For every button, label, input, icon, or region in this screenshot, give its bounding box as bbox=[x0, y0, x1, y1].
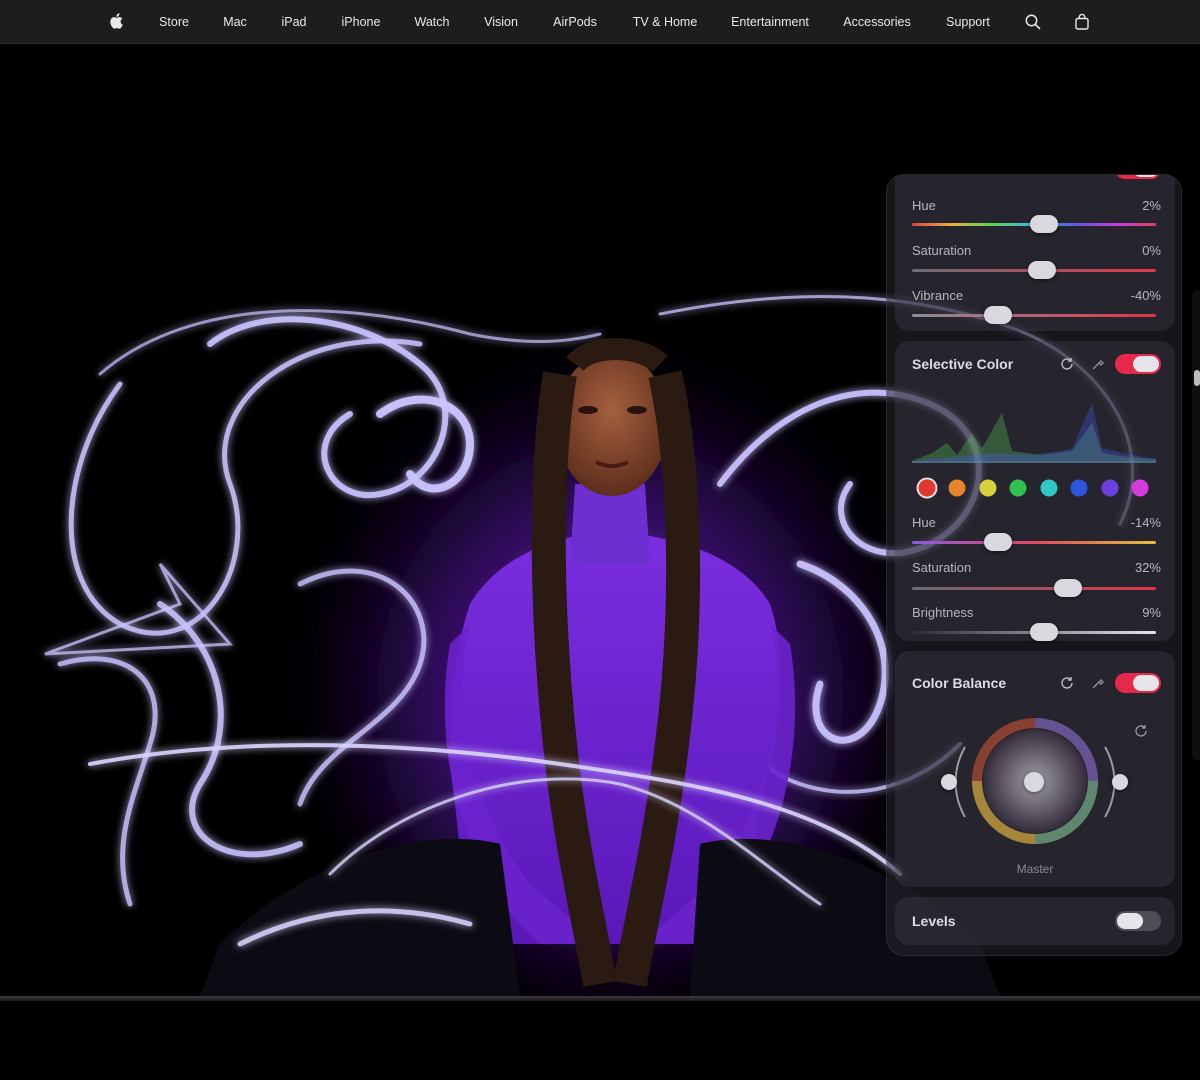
nav-mac[interactable]: Mac bbox=[223, 0, 247, 44]
eyedropper-icon[interactable] bbox=[1090, 675, 1106, 691]
nav-store[interactable]: Store bbox=[159, 0, 189, 44]
selective-saturation-track bbox=[912, 587, 1156, 590]
adjust-vibrance-track bbox=[912, 314, 1156, 317]
rotate-reset-icon[interactable] bbox=[1133, 723, 1149, 739]
selective-brightness-slider[interactable] bbox=[1030, 623, 1058, 641]
shopping-bag-icon[interactable] bbox=[1072, 12, 1092, 32]
color-wheel-handle[interactable] bbox=[1024, 772, 1044, 792]
nav-airpods[interactable]: AirPods bbox=[553, 0, 597, 44]
adjust-saturation-value: 0% bbox=[1142, 243, 1161, 258]
adjust-hue-value: 2% bbox=[1142, 198, 1161, 213]
nav-vision[interactable]: Vision bbox=[484, 0, 518, 44]
selective-color-title: Selective Color bbox=[912, 356, 1014, 372]
nav-tv-home[interactable]: TV & Home bbox=[633, 0, 698, 44]
wheel-mode-label: Master bbox=[1016, 862, 1054, 876]
swatch-cyan[interactable] bbox=[1040, 479, 1058, 497]
adjust-saturation-slider[interactable] bbox=[1028, 261, 1056, 279]
levels-section: Levels bbox=[895, 897, 1175, 945]
swatch-green[interactable] bbox=[1009, 479, 1027, 497]
selective-hue-label: Hue bbox=[912, 515, 936, 530]
nav-iphone[interactable]: iPhone bbox=[342, 0, 381, 44]
swatch-purple[interactable] bbox=[1101, 479, 1119, 497]
side-scroll-handle[interactable] bbox=[1194, 370, 1200, 386]
reset-icon[interactable] bbox=[1059, 356, 1075, 372]
toggle-knob bbox=[1117, 913, 1143, 929]
swatch-magenta[interactable] bbox=[1131, 479, 1149, 497]
swatch-blue[interactable] bbox=[1070, 479, 1088, 497]
swatch-orange[interactable] bbox=[948, 479, 966, 497]
color-balance-title: Color Balance bbox=[912, 675, 1007, 691]
selective-saturation-label: Saturation bbox=[912, 560, 972, 575]
adjust-hue-label: Hue bbox=[912, 198, 936, 213]
side-panel-edge bbox=[1192, 290, 1200, 760]
nav-watch[interactable]: Watch bbox=[415, 0, 450, 44]
levels-title: Levels bbox=[912, 913, 956, 929]
nav-ipad[interactable]: iPad bbox=[281, 0, 306, 44]
adjust-hue-slider[interactable] bbox=[1030, 215, 1058, 233]
selective-brightness-label: Brightness bbox=[912, 605, 974, 620]
selective-hue-track bbox=[912, 541, 1156, 544]
highlights-handle[interactable] bbox=[1112, 774, 1128, 790]
toggle-knob bbox=[1133, 356, 1159, 372]
nav-entertainment[interactable]: Entertainment bbox=[731, 0, 809, 44]
selective-saturation-value: 32% bbox=[1134, 560, 1161, 575]
selective-brightness-value: 9% bbox=[1142, 605, 1161, 620]
nav-support[interactable]: Support bbox=[946, 0, 990, 44]
eyedropper-icon[interactable] bbox=[1090, 356, 1106, 372]
color-balance-section: Color Balance Master bbox=[895, 651, 1175, 887]
swatch-yellow[interactable] bbox=[979, 479, 997, 497]
global-nav-inner: Store Mac iPad iPhone Watch Vision AirPo… bbox=[0, 0, 1200, 44]
color-histogram bbox=[912, 403, 1156, 463]
selective-color-toggle[interactable] bbox=[1115, 354, 1161, 374]
selective-hue-slider[interactable] bbox=[984, 533, 1012, 551]
apple-logo-icon[interactable] bbox=[107, 11, 127, 31]
adjustments-panel: Hue 2% Saturation 0% Vibrance -40% Selec… bbox=[886, 174, 1182, 956]
selective-color-section: Selective Color Hue -14% Saturation 32% bbox=[895, 341, 1175, 641]
adjust-section: Hue 2% Saturation 0% Vibrance -40% bbox=[895, 175, 1175, 331]
swatch-red[interactable] bbox=[918, 479, 936, 497]
search-icon[interactable] bbox=[1023, 12, 1043, 32]
adjust-toggle[interactable] bbox=[1115, 175, 1161, 179]
reset-icon[interactable] bbox=[1059, 675, 1075, 691]
color-balance-toggle[interactable] bbox=[1115, 673, 1161, 693]
shadows-handle[interactable] bbox=[941, 774, 957, 790]
global-nav: Store Mac iPad iPhone Watch Vision AirPo… bbox=[0, 0, 1200, 44]
selective-saturation-slider[interactable] bbox=[1054, 579, 1082, 597]
selective-hue-value: -14% bbox=[1130, 515, 1161, 530]
nav-accessories[interactable]: Accessories bbox=[843, 0, 910, 44]
toggle-knob bbox=[1133, 675, 1159, 691]
toggle-knob bbox=[1133, 175, 1159, 177]
adjust-vibrance-label: Vibrance bbox=[912, 288, 964, 303]
adjust-vibrance-slider[interactable] bbox=[984, 306, 1012, 324]
levels-toggle[interactable] bbox=[1115, 911, 1161, 931]
page-bottom-area bbox=[0, 1001, 1200, 1080]
adjust-saturation-label: Saturation bbox=[912, 243, 972, 258]
adjust-vibrance-value: -40% bbox=[1130, 288, 1161, 303]
